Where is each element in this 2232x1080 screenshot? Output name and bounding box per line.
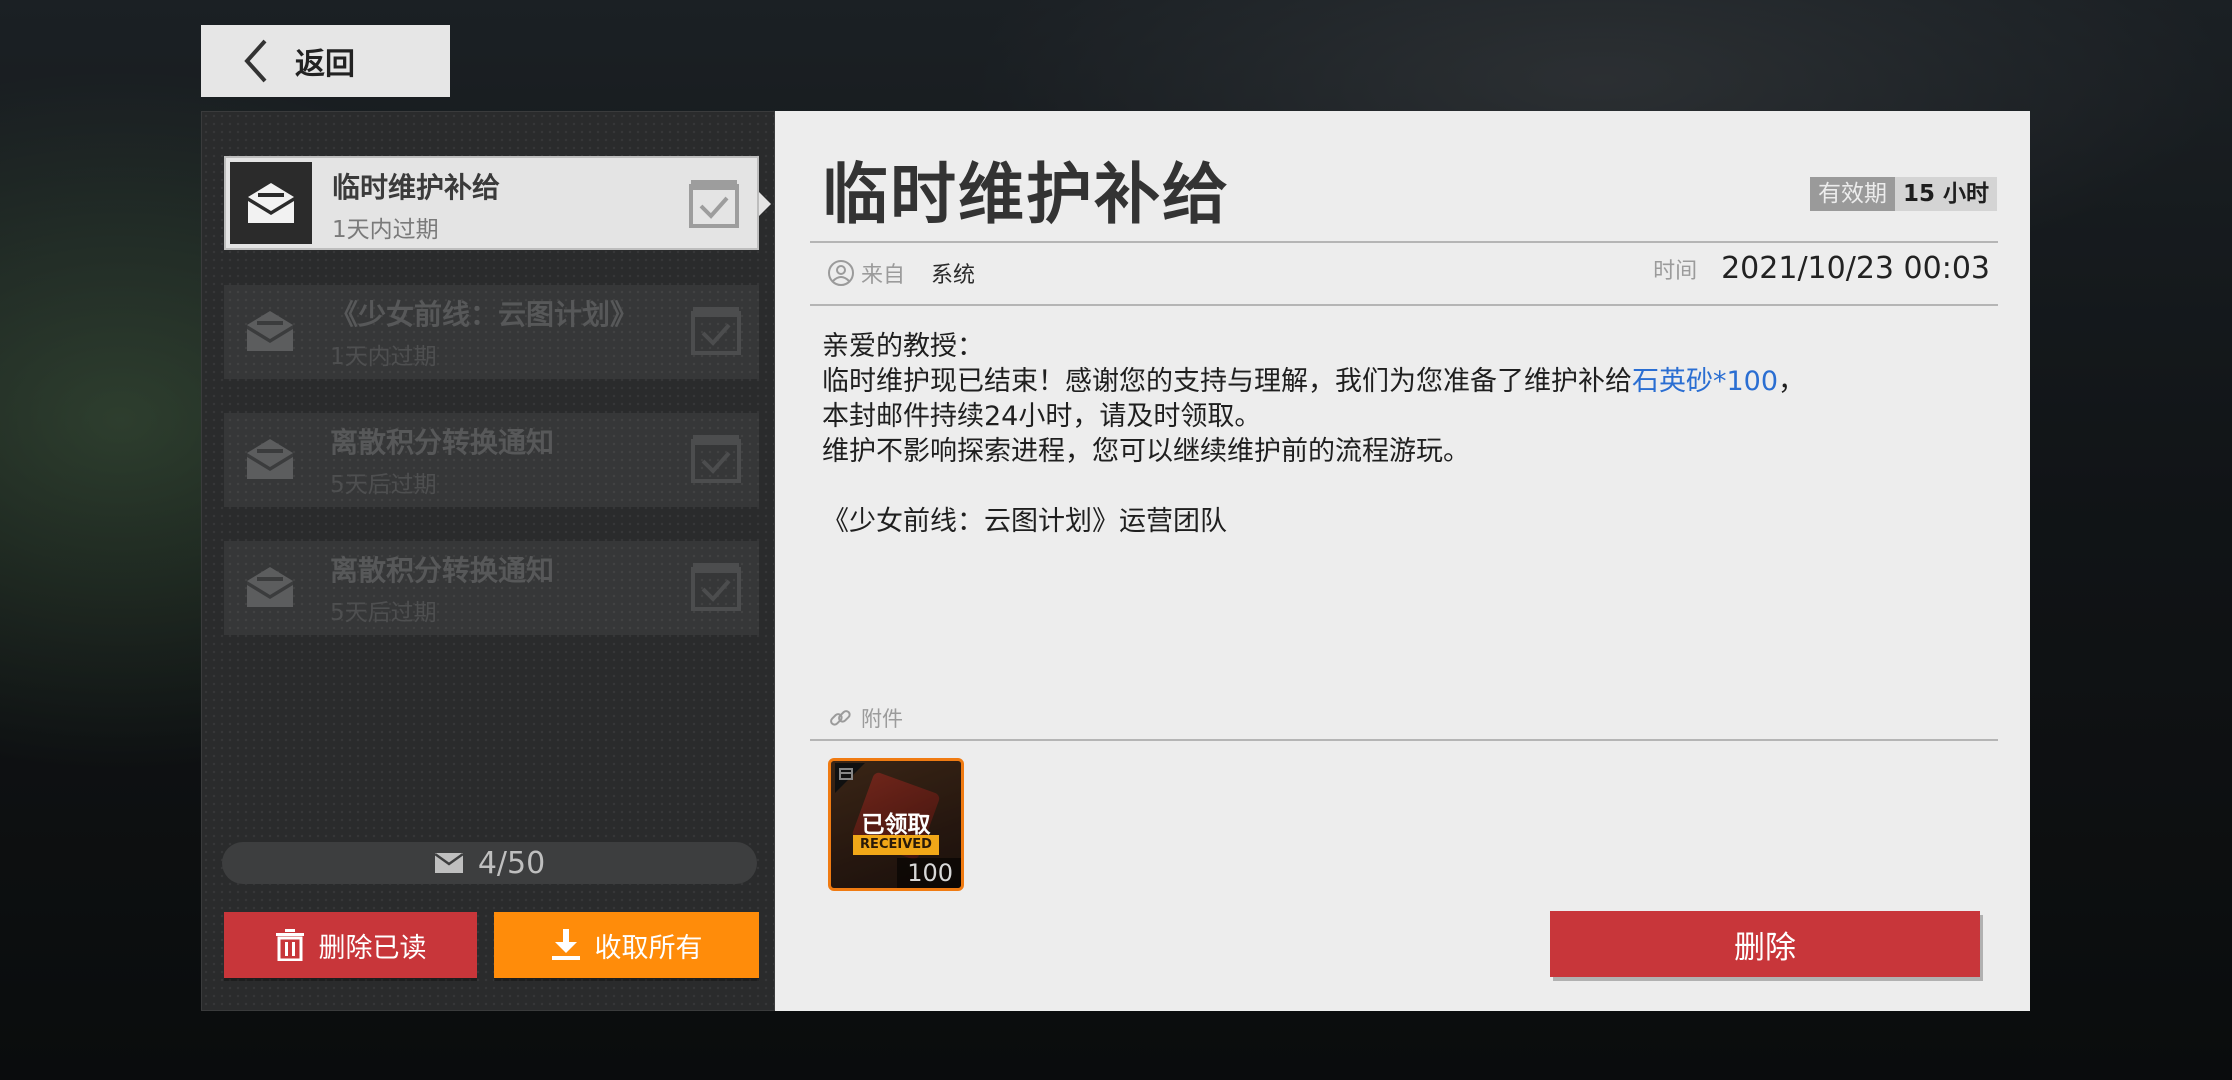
mail-detail-panel: 临时维护补给 有效期 15 小时 来自 系统 时间 2021/10/23 00:… — [775, 111, 2030, 1011]
mail-list-item-1[interactable]: 《少女前线：云图计划》 1天内过期 — [224, 285, 759, 379]
body-text-segment: ， — [1778, 366, 1806, 397]
chevron-left-icon — [244, 39, 267, 83]
item-quantity: 100 — [907, 859, 953, 887]
delete-read-button[interactable]: 删除已读 — [224, 912, 477, 978]
sender-value: 系统 — [931, 263, 976, 288]
attachment-item[interactable]: 已领取 RECEIVED 100 — [828, 758, 964, 891]
divider — [810, 241, 1998, 243]
body-greeting: 亲爱的教授： — [822, 331, 984, 362]
download-icon — [551, 929, 580, 960]
back-button[interactable]: 返回 — [201, 25, 450, 97]
user-icon — [828, 260, 854, 286]
divider — [810, 304, 1998, 306]
mail-detail-title: 临时维护补给 — [822, 156, 1230, 233]
link-icon — [830, 710, 851, 726]
mail-expiry: 1天内过期 — [332, 217, 439, 243]
back-label: 返回 — [295, 47, 355, 82]
open-envelope-icon — [248, 183, 294, 223]
delete-read-label: 删除已读 — [318, 932, 427, 964]
sender-label: 来自 — [861, 263, 906, 288]
mail-title: 离散积分转换通知 — [330, 554, 555, 587]
validity-label: 有效期 — [1809, 177, 1895, 211]
body-signature: 《少女前线：云图计划》运营团队 — [822, 506, 1227, 537]
checkbox-icon — [691, 307, 741, 355]
mail-count: 4/50 — [477, 845, 546, 881]
open-envelope-icon — [247, 311, 293, 351]
checkbox-icon — [689, 180, 739, 228]
validity-badge: 有效期 15 小时 — [1809, 177, 1997, 211]
mail-expiry: 5天后过期 — [330, 472, 437, 498]
time-row: 时间 2021/10/23 00:03 — [1653, 251, 1990, 286]
mail-title: 《少女前线：云图计划》 — [330, 298, 639, 331]
mail-list-item-2[interactable]: 离散积分转换通知 5天后过期 — [224, 413, 759, 507]
envelope-icon — [434, 852, 464, 873]
mail-list-item-3[interactable]: 离散积分转换通知 5天后过期 — [224, 541, 759, 635]
checkbox-icon — [691, 435, 741, 483]
collect-all-button[interactable]: 收取所有 — [494, 912, 759, 978]
body-line-3: 维护不影响探索进程，您可以继续维护前的流程游玩。 — [822, 436, 1470, 467]
checkbox-icon — [691, 563, 741, 611]
mail-title: 离散积分转换通知 — [330, 426, 555, 459]
validity-value: 15 小时 — [1894, 177, 1997, 211]
reward-highlight: 石英砂*100 — [1632, 366, 1779, 397]
mail-expiry: 1天内过期 — [330, 344, 437, 370]
claimed-label: 已领取 — [861, 812, 931, 838]
mail-body: 亲爱的教授： 临时维护现已结束！感谢您的支持与理解，我们为您准备了维护补给石英砂… — [822, 329, 1972, 539]
trash-icon — [275, 929, 304, 961]
mail-counter: 4/50 — [222, 842, 757, 884]
time-label: 时间 — [1653, 258, 1698, 284]
body-line-2: 本封邮件持续24小时，请及时领取。 — [822, 401, 1262, 432]
attachments-header: 附件 — [827, 703, 903, 733]
attachments-label: 附件 — [861, 707, 903, 731]
time-value: 2021/10/23 00:03 — [1721, 251, 1990, 286]
mail-title: 临时维护补给 — [332, 171, 501, 204]
received-tag: RECEIVED — [853, 835, 939, 855]
delete-button[interactable]: 删除 — [1550, 911, 1980, 977]
body-text-segment: 临时维护现已结束！感谢您的支持与理解，我们为您准备了维护补给 — [822, 366, 1632, 397]
mail-list-item-0[interactable]: 临时维护补给 1天内过期 — [224, 156, 771, 250]
open-envelope-icon — [247, 567, 293, 607]
body-line-1: 临时维护现已结束！感谢您的支持与理解，我们为您准备了维护补给石英砂*100， — [822, 364, 1972, 399]
divider — [810, 739, 1998, 741]
mail-list-panel: 临时维护补给 1天内过期 《少女前线：云图计划》 1天内过期 离散积分转换通知 … — [201, 111, 775, 1011]
sender-row: 来自 系统 — [827, 257, 975, 289]
open-envelope-icon — [247, 439, 293, 479]
mail-expiry: 5天后过期 — [330, 600, 437, 626]
collect-all-label: 收取所有 — [594, 932, 703, 964]
